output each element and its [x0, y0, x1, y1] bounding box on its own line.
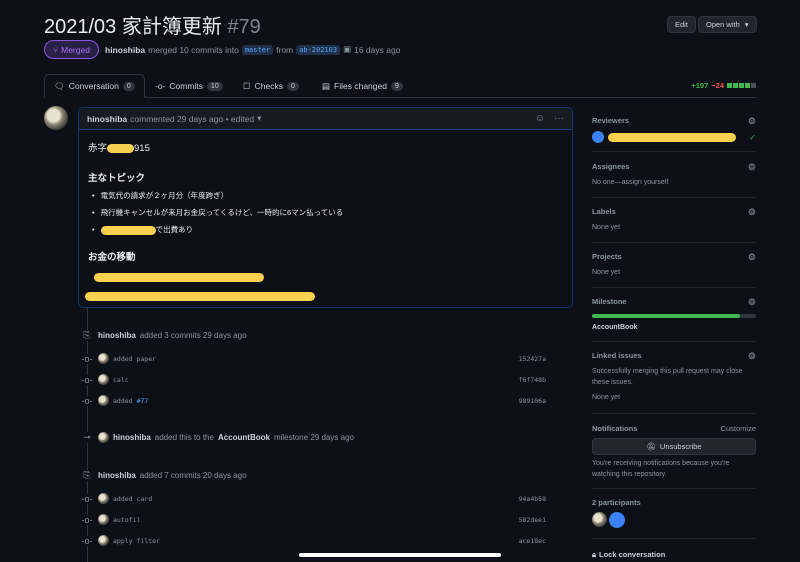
avatar[interactable]	[592, 512, 607, 527]
author-link[interactable]: hinoshiba	[98, 471, 136, 480]
unsubscribe-button[interactable]: 🔕︎ Unsubscribe	[592, 438, 756, 455]
sidebar-reviewers: Reviewers ⚙ ✓	[592, 116, 756, 152]
pr-title: 2021/03 家計簿更新	[44, 16, 222, 38]
lock-conversation-link[interactable]: 🔒︎ Lock conversation	[592, 550, 665, 560]
pr-meta: hinoshiba merged 10 commits into master fr…	[105, 44, 401, 55]
commit-row[interactable]: -o-added #77 989106a	[80, 395, 546, 406]
checks-icon: ☐	[243, 80, 251, 91]
merge-icon: ⑂	[53, 44, 59, 55]
file-diff-icon: ▤	[322, 80, 331, 91]
gear-icon[interactable]: ⚙	[748, 297, 756, 308]
milestone-link[interactable]: AccountBook	[592, 322, 756, 333]
tab-conversation[interactable]: 🗨 Conversation 0	[44, 74, 145, 98]
kebab-icon[interactable]: ···	[554, 113, 564, 124]
bell-slash-icon: 🔕︎	[646, 442, 656, 451]
commit-icon: -o-	[80, 493, 94, 504]
lock-icon: 🔒︎	[592, 550, 596, 559]
open-with-button[interactable]: Open with ▾	[698, 16, 757, 33]
sidebar-milestone: Milestone ⚙ AccountBook	[592, 297, 756, 342]
pr-number: #79	[227, 16, 261, 38]
commit-row[interactable]: -o-calc f6f748b	[80, 374, 546, 385]
sidebar-labels: Labels ⚙ None yet	[592, 207, 756, 243]
check-icon: ✓	[749, 132, 756, 142]
caret-down-icon: ▾	[744, 20, 749, 29]
commit-icon: -o-	[80, 374, 94, 385]
gear-icon[interactable]: ⚙	[748, 116, 756, 127]
sidebar-notifications: Notifications Customize 🔕︎ Unsubscribe You…	[592, 424, 756, 489]
avatar[interactable]	[44, 106, 68, 130]
sidebar-linked-issues: Linked issues ⚙ Successfully merging this …	[592, 351, 756, 414]
page-title: 2021/03 家計簿更新 #79	[44, 10, 261, 39]
sidebar-projects: Projects ⚙ None yet	[592, 252, 756, 288]
commit-icon: -o-	[80, 514, 94, 525]
milestone-progress	[592, 314, 756, 318]
commit-row[interactable]: -o-added paper 152427a	[80, 353, 546, 364]
head-branch[interactable]: ab-202103	[296, 44, 341, 55]
edit-button[interactable]: Edit	[667, 16, 696, 33]
tab-files-changed[interactable]: ▤ Files changed 9	[313, 74, 412, 98]
commit-row[interactable]: -o-apply filter ace18ec	[80, 535, 546, 546]
issue-link[interactable]: #77	[137, 397, 149, 405]
milestone-icon: ⊸	[80, 432, 94, 443]
commit-icon: -o-	[80, 535, 94, 546]
redacted	[107, 143, 135, 153]
customize-link[interactable]: Customize	[721, 424, 756, 433]
commit-row[interactable]: -o-autofil 582dee1	[80, 514, 546, 525]
status-badge: ⑂ Merged	[44, 40, 99, 59]
home-indicator	[299, 553, 501, 557]
avatar	[592, 131, 604, 143]
sidebar-participants: 2 participants	[592, 498, 756, 539]
comment-author[interactable]: hinoshiba	[87, 114, 127, 124]
comment-box: hinoshiba commented 29 days ago • edited ▾…	[78, 107, 573, 308]
milestone-link[interactable]: AccountBook	[218, 433, 270, 442]
caret-down-icon[interactable]: ▾	[257, 113, 261, 124]
tab-checks[interactable]: ☐ Checks 0	[234, 74, 308, 98]
gear-icon[interactable]: ⚙	[748, 252, 756, 263]
gear-icon[interactable]: ⚙	[748, 162, 756, 173]
author-link[interactable]: hinoshiba	[113, 433, 151, 442]
repo-push-icon: ⎘	[80, 470, 94, 481]
diffstat: +197 −24	[691, 81, 756, 90]
author-link[interactable]: hinoshiba	[98, 331, 136, 340]
repo-push-icon: ⎘	[80, 330, 94, 341]
avatar[interactable]	[609, 512, 625, 528]
gear-icon[interactable]: ⚙	[748, 351, 756, 362]
author-link[interactable]: hinoshiba	[105, 45, 145, 55]
sidebar-assignees: Assignees ⚙ No one—assign yourself	[592, 162, 756, 198]
gear-icon[interactable]: ⚙	[748, 207, 756, 218]
copy-icon[interactable]: ▣	[343, 44, 351, 55]
tab-commits[interactable]: -o- Commits 10	[146, 74, 232, 98]
commit-icon: -o-	[80, 353, 94, 364]
commit-icon: -o-	[80, 395, 94, 406]
base-branch[interactable]: master	[241, 44, 274, 55]
pr-tabs: 🗨 Conversation 0 -o- Commits 10 ☐ Checks 0 ▤ Fi…	[44, 74, 756, 98]
smiley-icon[interactable]: ☺	[535, 113, 545, 124]
comment-icon: 🗨	[54, 80, 65, 91]
commit-row[interactable]: -o-added card 94a4b58	[80, 493, 546, 504]
commit-icon: -o-	[155, 81, 166, 91]
